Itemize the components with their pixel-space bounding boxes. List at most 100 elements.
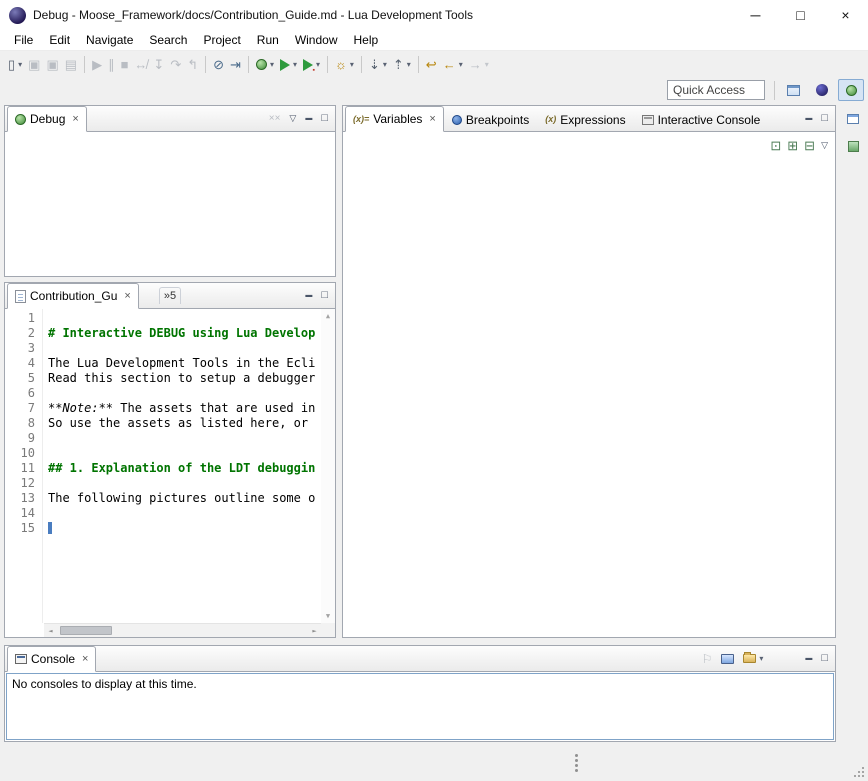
close-tab-icon[interactable]: × <box>82 654 88 665</box>
editor-tab-overflow[interactable]: »5 <box>159 287 181 304</box>
sash-handle[interactable] <box>575 754 578 757</box>
tab-contribution-guide[interactable]: Contribution_Gu × <box>7 283 139 309</box>
minimize-window-button[interactable]: ─ <box>733 0 778 30</box>
collapse-all-button[interactable]: ⊟ <box>801 134 818 156</box>
line-number: 1 <box>5 311 42 326</box>
scroll-left-icon[interactable]: ◄ <box>44 627 57 635</box>
quick-access-input[interactable] <box>667 80 765 100</box>
maximize-window-button[interactable]: □ <box>778 0 823 30</box>
toolbar-separator <box>327 56 328 73</box>
debug-view: Debug × ××▽ ▬ □ <box>4 105 336 277</box>
menu-file[interactable]: File <box>6 30 41 50</box>
restore-minimized-view-1-button[interactable] <box>842 109 864 129</box>
code-line <box>48 341 321 356</box>
tab-label: Console <box>31 653 75 665</box>
previous-annotation-button[interactable]: ⇡▾ <box>390 54 414 76</box>
menu-edit[interactable]: Edit <box>41 30 78 50</box>
save-button: ▣ <box>25 54 43 76</box>
menu-navigate[interactable]: Navigate <box>78 30 141 50</box>
menu-help[interactable]: Help <box>346 30 387 50</box>
editor-content[interactable]: 123456789101112131415 # Interactive DEBU… <box>5 309 335 637</box>
tab-interactive-console[interactable]: Interactive Console <box>634 107 769 131</box>
search-icon: ☼ <box>335 58 347 71</box>
minimize-button[interactable]: ▬ <box>802 108 815 130</box>
minimize-icon: ▬ <box>305 115 312 122</box>
tab-label: Variables <box>373 113 422 125</box>
back-button[interactable]: ←▾ <box>440 54 466 76</box>
print-icon: ▤ <box>65 58 77 71</box>
dropdown-arrow-icon: ▾ <box>407 61 411 69</box>
new-wizard-button[interactable]: ▯▾ <box>5 54 25 76</box>
search-button[interactable]: ☼▾ <box>332 54 357 76</box>
scrollbar-thumb[interactable] <box>60 626 112 635</box>
view-menu-icon: ▽ <box>821 141 828 150</box>
code-area[interactable]: # Interactive DEBUG using Lua DevelopThe… <box>44 309 321 623</box>
external-tools-overlay-icon: ▪ <box>313 67 315 74</box>
run-button[interactable]: ▾ <box>277 54 300 76</box>
scrollbar-track[interactable] <box>57 624 308 637</box>
minimize-button[interactable]: ▬ <box>302 108 315 130</box>
line-number: 7 <box>5 401 42 416</box>
maximize-button[interactable]: □ <box>818 108 831 130</box>
menu-run[interactable]: Run <box>249 30 287 50</box>
show-type-names-button[interactable]: ⊡ <box>767 134 784 156</box>
tab-label: Breakpoints <box>466 114 529 126</box>
back-icon: ← <box>443 58 456 71</box>
minimize-button[interactable]: ▬ <box>302 285 315 307</box>
horizontal-scrollbar[interactable]: ◄ ► <box>44 623 321 637</box>
tab-variables[interactable]: (x)=Variables× <box>345 106 444 132</box>
line-number: 6 <box>5 386 42 401</box>
tab-debug[interactable]: Debug × <box>7 106 87 132</box>
debug-button[interactable]: ▾ <box>253 54 277 76</box>
menu-project[interactable]: Project <box>195 30 248 50</box>
debug-view-content <box>5 132 335 276</box>
right-stack-tabbar-buttons: ▬□ <box>802 108 835 130</box>
tab-expressions[interactable]: (x)Expressions <box>537 107 633 131</box>
dropdown-arrow-icon: ▾ <box>459 61 463 69</box>
view-menu-button[interactable]: ▽ <box>286 108 299 130</box>
view-menu-button[interactable]: ▽ <box>818 134 831 156</box>
open-console-button[interactable]: ▾ <box>740 648 766 670</box>
remove-all-terminated-button: ×× <box>266 108 284 130</box>
menu-window[interactable]: Window <box>287 30 346 50</box>
use-step-filters-button[interactable]: ⇥ <box>227 54 244 76</box>
terminate-button: ■ <box>118 54 132 76</box>
scroll-up-icon[interactable]: ▲ <box>326 312 330 320</box>
open-perspective-button[interactable] <box>780 79 806 101</box>
scroll-down-icon[interactable]: ▼ <box>326 612 330 620</box>
next-annotation-button[interactable]: ⇣▾ <box>366 54 390 76</box>
ldt-perspective-button[interactable] <box>809 79 835 101</box>
last-edit-location-button[interactable]: ↩ <box>423 54 440 76</box>
toolbar-separator <box>418 56 419 73</box>
menu-search[interactable]: Search <box>141 30 195 50</box>
resize-grip[interactable] <box>852 765 864 777</box>
minimize-button[interactable]: ▬ <box>802 648 815 670</box>
show-logical-structures-button[interactable]: ⊞ <box>784 134 801 156</box>
tab-breakpoints[interactable]: Breakpoints <box>444 107 537 131</box>
step-into-icon: ↧ <box>153 58 164 71</box>
close-window-button[interactable]: × <box>823 0 868 30</box>
maximize-button[interactable]: □ <box>318 285 331 307</box>
vertical-scrollbar[interactable]: ▲ ▼ <box>321 309 335 623</box>
close-tab-icon[interactable]: × <box>124 291 130 302</box>
maximize-button[interactable]: □ <box>818 648 831 670</box>
debug-perspective-button[interactable] <box>838 79 864 101</box>
code-line: **Note:** The assets that are used in <box>48 401 321 416</box>
tab-console[interactable]: Console × <box>7 646 96 672</box>
restore-minimized-view-2-button[interactable] <box>842 136 864 156</box>
display-selected-console-button[interactable] <box>718 648 737 670</box>
code-line <box>48 521 321 536</box>
external-tools-button[interactable]: ▪▾ <box>300 54 323 76</box>
skip-all-breakpoints-button[interactable]: ⊘ <box>210 54 227 76</box>
code-line: Read this section to setup a debugger <box>48 371 321 386</box>
scroll-right-icon[interactable]: ► <box>308 627 321 635</box>
console-tabbar: Console × ⚐ ▾ ▬□ <box>5 646 835 672</box>
close-tab-icon[interactable]: × <box>72 114 78 125</box>
dropdown-arrow-icon: ▾ <box>270 61 274 69</box>
close-tab-icon[interactable]: × <box>429 114 435 125</box>
maximize-button[interactable]: □ <box>318 108 331 130</box>
pin-console-button: ⚐ <box>699 648 716 670</box>
code-line: So use the assets as listed here, or <box>48 416 321 431</box>
dropdown-arrow-icon: ▾ <box>350 61 354 69</box>
editor-toolbar: ▬□ <box>302 285 335 307</box>
